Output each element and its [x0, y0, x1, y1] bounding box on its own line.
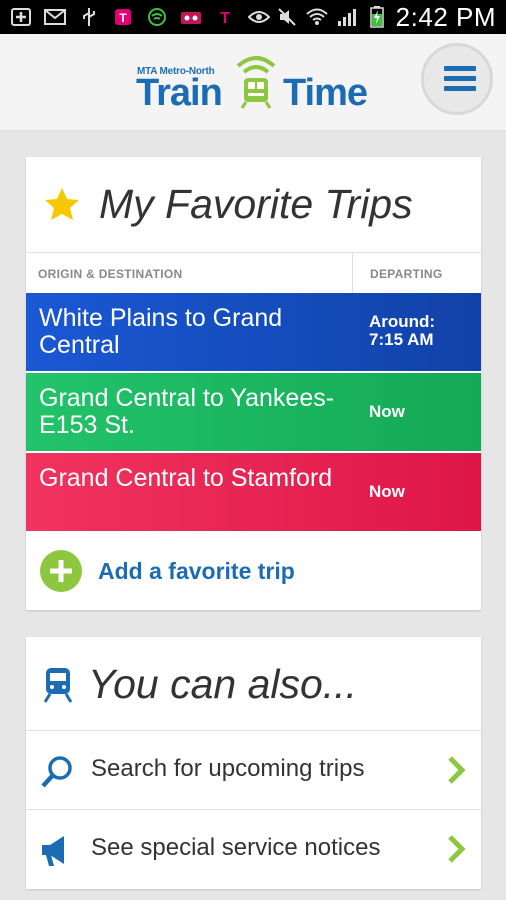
notification-icons: T T: [10, 6, 270, 28]
train-logo-icon: [236, 56, 276, 109]
col-origin-destination: ORIGIN & DESTINATION: [38, 267, 183, 281]
mute-icon: [276, 7, 298, 27]
usb-icon: [78, 7, 100, 27]
favorites-card: My Favorite Trips ORIGIN & DESTINATION D…: [26, 157, 481, 610]
search-icon: [41, 756, 72, 788]
bag-icon: [180, 7, 202, 27]
service-notices-row[interactable]: See special service notices: [26, 809, 481, 889]
you-can-also-card: You can also... Search for upcoming trip…: [26, 637, 481, 889]
trip-name: Grand Central to Stamford: [39, 464, 333, 492]
chevron-right-icon: [448, 756, 466, 784]
system-icons: 2:42 PM: [276, 1, 496, 32]
search-trips-label: Search for upcoming trips: [91, 755, 365, 782]
menu-button[interactable]: [421, 43, 493, 115]
add-favorite-label: Add a favorite trip: [98, 558, 295, 584]
service-notices-label: See special service notices: [91, 834, 381, 861]
also-title: You can also...: [88, 661, 357, 707]
hamburger-icon-line: [444, 86, 476, 91]
favorite-trip-row[interactable]: Grand Central to Stamford Now: [26, 453, 481, 531]
search-trips-row[interactable]: Search for upcoming trips: [26, 730, 481, 810]
trip-departing: Now: [369, 482, 405, 501]
status-bar: T T 2:42 PM: [0, 0, 506, 34]
svg-text:T: T: [119, 11, 127, 25]
tmobile-icon: T: [214, 7, 236, 27]
trip-departing-time: 7:15 AM: [369, 330, 434, 349]
clock: 2:42 PM: [395, 1, 496, 32]
add-favorite-trip-button[interactable]: Add a favorite trip: [26, 531, 481, 610]
eye-icon: [248, 7, 270, 27]
tmobile-app-icon: T: [112, 7, 134, 27]
plus-circle-icon: [40, 550, 82, 592]
favorites-title: My Favorite Trips: [99, 181, 413, 227]
col-departing: DEPARTING: [370, 267, 443, 281]
trips-table-header: ORIGIN & DESTINATION DEPARTING: [26, 252, 481, 294]
star-icon: [45, 188, 79, 220]
logo-word-time: Time: [283, 72, 368, 114]
trip-departing-label: Around:: [369, 312, 436, 331]
hamburger-icon: [444, 66, 476, 71]
wifi-alt-icon: [146, 7, 168, 27]
wifi-icon: [306, 7, 328, 27]
svg-text:T: T: [220, 10, 230, 27]
trip-departing: Now: [369, 402, 405, 421]
mail-icon: [44, 7, 66, 27]
column-divider: [352, 253, 353, 293]
trip-name: Grand Central to Yankees-E153 St.: [39, 384, 335, 439]
logo-word-train: Train: [136, 72, 223, 114]
hamburger-icon-line: [444, 76, 476, 81]
trip-name: White Plains to Grand Central: [39, 304, 283, 359]
megaphone-icon: [42, 836, 64, 866]
favorite-trip-row[interactable]: Grand Central to Yankees-E153 St. Now: [26, 373, 481, 451]
favorite-trip-row[interactable]: White Plains to Grand Central Around: 7:…: [26, 293, 481, 371]
train-icon: [43, 668, 73, 703]
signal-icon: [336, 7, 358, 27]
chevron-right-icon: [448, 835, 466, 863]
add-box-icon: [10, 7, 32, 27]
battery-charging-icon: [366, 6, 388, 28]
